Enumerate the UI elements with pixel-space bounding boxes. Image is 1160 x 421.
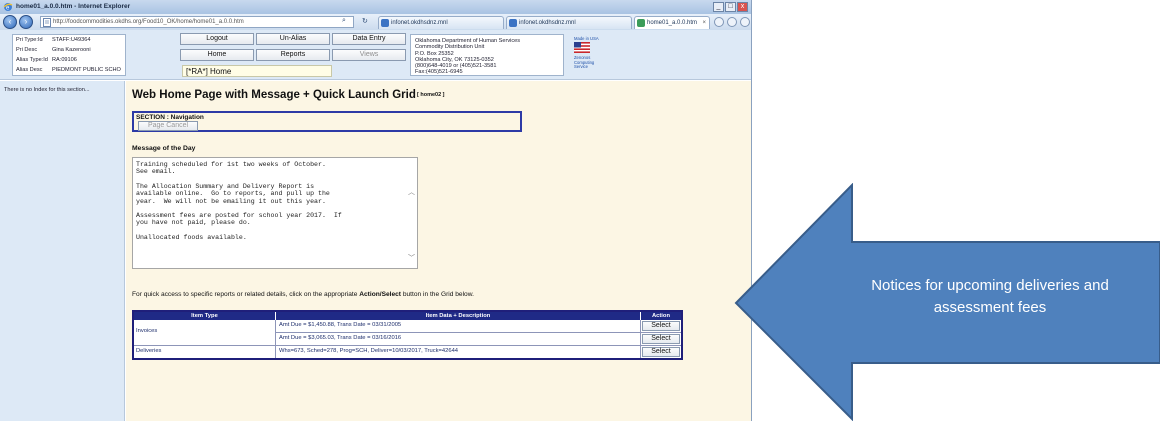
refresh-icon[interactable]: ↻	[362, 17, 368, 25]
page-icon	[43, 18, 51, 27]
screenshot-stage: e home01_a.0.0.htm - Internet Explorer _…	[0, 0, 1160, 421]
grid-item-type-deliveries: Deliveries	[136, 348, 162, 354]
title-bar: e home01_a.0.0.htm - Internet Explorer _…	[0, 0, 751, 14]
tab-favicon-icon	[509, 19, 517, 27]
home-title-box: [*RA*] Home	[182, 65, 332, 77]
grid-divider	[276, 332, 681, 333]
motd-paragraph: Training scheduled for 1st two weeks of …	[136, 161, 326, 176]
callout-text: Notices for upcoming deliveries and asse…	[871, 277, 1109, 316]
close-button[interactable]: x	[737, 2, 748, 12]
favorites-icon[interactable]	[727, 17, 737, 27]
motd-paragraph: Unallocated foods available.	[136, 233, 247, 241]
tools-gear-icon[interactable]	[740, 17, 750, 27]
tab-favicon-icon	[381, 19, 389, 27]
sidebar-text: There is no Index for this section...	[4, 87, 90, 93]
section-label: SECTION : Navigation	[136, 114, 204, 121]
reports-button[interactable]: Reports	[256, 49, 330, 61]
window-title: home01_a.0.0.htm - Internet Explorer	[16, 3, 131, 10]
motd-heading: Message of the Day	[132, 145, 196, 152]
grid-header-item-type: Item Type	[134, 312, 275, 320]
grid-header-action: Action	[641, 312, 681, 320]
home-button[interactable]: Home	[180, 49, 254, 61]
browser-tab-2[interactable]: infonet.okdhsdnz.mnl	[506, 16, 632, 29]
grid-item-data: Amt Due = $1,450.88, Trans Date = 03/31/…	[279, 322, 402, 328]
user-info-panel: Pri Type:Id STAFF:U49364 Pri Desc Gina Kaz…	[12, 34, 126, 76]
browser-tab-3[interactable]: home01_a.0.0.htm ×	[634, 16, 710, 29]
address-url: http://foodcommodities.okdhs.org/Food10_…	[53, 19, 244, 25]
page-code: [ home02 ]	[417, 92, 445, 98]
data-entry-button[interactable]: Data Entry	[332, 33, 406, 45]
vendor-label: Zenonos Computing Service	[574, 55, 595, 70]
tab-close-icon[interactable]: ×	[702, 17, 706, 29]
maximize-button[interactable]: □	[725, 2, 736, 12]
page-cancel-button[interactable]: Page Cancel	[138, 121, 198, 131]
forward-button[interactable]: ›	[19, 15, 33, 29]
grid-select-button[interactable]: Select	[642, 347, 680, 357]
user-info-row: Alias Type:Id RA:09106	[16, 57, 77, 63]
grid-divider	[640, 320, 641, 358]
home-icon[interactable]	[714, 17, 724, 27]
internet-explorer-icon: e	[3, 3, 13, 12]
scroll-up-icon[interactable]: ︿	[408, 189, 415, 197]
quick-access-instructions: For quick access to specific reports or …	[132, 291, 474, 298]
grid-item-data: Whs=673, Sched=278, Prog=SCH, Deliver=10…	[279, 348, 459, 354]
quick-launch-grid: Item Type Item Data + Description Action…	[132, 310, 683, 360]
logout-button[interactable]: Logout	[180, 33, 254, 45]
navigation-bar: ‹ › http://foodcommodities.okdhs.org/Foo…	[0, 14, 751, 30]
made-in-usa-label: Made in USA	[574, 36, 599, 41]
grid-select-button[interactable]: Select	[642, 334, 680, 344]
user-info-row: Pri Desc Gina Kazerooni	[16, 47, 91, 53]
motd-paragraph: Assessment fees are posted for school ye…	[136, 212, 342, 227]
scroll-down-icon[interactable]: ﹀	[408, 255, 415, 263]
navigation-section: SECTION : Navigation Page Cancel	[132, 111, 522, 132]
unalias-button[interactable]: Un-Alias	[256, 33, 330, 45]
grid-header-item-data: Item Data + Description	[276, 312, 640, 320]
page-header: Pri Type:Id STAFF:U49364 Pri Desc Gina Kaz…	[0, 30, 751, 80]
message-of-the-day-textarea[interactable]: Training scheduled for 1st two weeks of …	[132, 157, 418, 269]
minimize-button[interactable]: _	[713, 2, 724, 12]
motd-paragraph: The Allocation Summary and Delivery Repo…	[136, 182, 330, 205]
agency-line: Fax:(405)521-6945	[415, 69, 463, 76]
back-button[interactable]: ‹	[3, 15, 17, 29]
web-page: Pri Type:Id STAFF:U49364 Pri Desc Gina Kaz…	[0, 30, 751, 421]
views-button[interactable]: Views	[332, 49, 406, 61]
browser-window: e home01_a.0.0.htm - Internet Explorer _…	[0, 0, 752, 421]
main-content: Web Home Page with Message + Quick Launc…	[126, 81, 751, 421]
browser-tab-1[interactable]: infonet.okdhsdnz.mnl	[378, 16, 504, 29]
tab-favicon-icon	[637, 19, 645, 27]
grid-select-button[interactable]: Select	[642, 321, 680, 331]
grid-item-type-invoices: Invoices	[136, 328, 158, 334]
page-title: Web Home Page with Message + Quick Launc…	[132, 89, 416, 101]
grid-divider	[134, 345, 681, 346]
sidebar-index: There is no Index for this section...	[0, 81, 125, 421]
grid-divider	[275, 320, 276, 358]
agency-address-panel: Oklahoma Department of Human Services Co…	[410, 34, 564, 76]
made-in-usa-badge: Made in USA Zenonos Computing Service	[574, 36, 634, 72]
grid-item-data: Amt Due = $3,065.03, Trans Date = 03/16/…	[279, 335, 402, 341]
us-flag-icon	[574, 42, 590, 53]
user-info-row: Alias Desc PIEDMONT PUBLIC SCHO	[16, 67, 121, 73]
search-icon[interactable]: ⌕	[342, 17, 346, 25]
user-info-row: Pri Type:Id STAFF:U49364	[16, 37, 91, 43]
address-bar[interactable]: http://foodcommodities.okdhs.org/Food10_…	[40, 16, 354, 28]
